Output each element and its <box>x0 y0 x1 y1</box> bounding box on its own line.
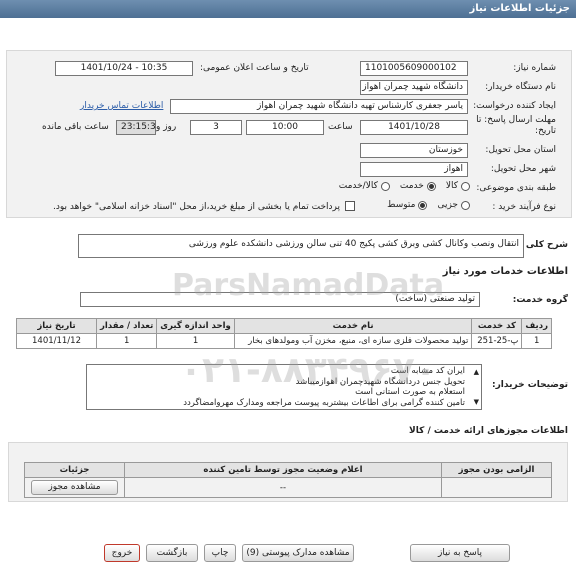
cell-required <box>441 477 552 498</box>
service-group-label: گروه خدمت: <box>512 295 568 305</box>
payment-note: پرداخت تمام یا بخشی از مبلغ خرید،از محل … <box>52 202 340 212</box>
cell-unit: 1 <box>156 333 235 349</box>
category-label: طبقه بندی موضوعی: <box>476 183 556 193</box>
watermark-logo: ParsNamadData <box>172 268 445 303</box>
creator-field: یاسر جعفری کارشناس تهیه دانشگاه شهید چمر… <box>170 99 468 114</box>
licenses-table: الزامی بودن مجوز اعلام وضعیت مجوز توسط ت… <box>24 462 552 498</box>
cell-row: 1 <box>521 333 552 349</box>
col-name: نام خدمت <box>233 318 473 334</box>
deadline-label: مهلت ارسال پاسخ: تا تاریخ: <box>476 115 556 136</box>
reply-button[interactable]: پاسخ به نیاز <box>410 544 510 562</box>
table-row: -- مشاهده مجوز <box>24 477 552 498</box>
days-field: 3 <box>190 120 242 135</box>
radio-goods-service[interactable] <box>380 181 390 191</box>
col-qty: تعداد / مقدار <box>95 318 158 334</box>
deadline-time-label: ساعت <box>328 122 353 132</box>
need-number-label: شماره نیاز: <box>513 63 556 73</box>
licenses-title: اطلاعات مجوزهای ارائه خدمت / کالا <box>409 426 568 436</box>
col-row: ردیف <box>521 318 552 334</box>
process-option-medium[interactable]: متوسط <box>387 200 428 210</box>
notes-line: تامین کننده گرامی برای اطاعات بیشتربه پی… <box>183 397 465 408</box>
treasury-checkbox[interactable] <box>345 201 355 211</box>
radio-service[interactable] <box>426 181 436 191</box>
col-unit: واحد اندازه گیری <box>156 318 235 334</box>
process-option-minor[interactable]: جزیی <box>437 200 470 210</box>
page-title: جزئیات اطلاعات نیاز <box>469 3 570 14</box>
cell-code: پ-25-251 <box>471 333 523 349</box>
buyer-notes-label: توضیحات خریدار: <box>492 380 568 390</box>
radio-medium[interactable] <box>418 200 428 210</box>
page-header: جزئیات اطلاعات نیاز <box>0 0 576 18</box>
radio-minor[interactable] <box>461 200 470 210</box>
remaining-label: ساعت باقی مانده <box>42 122 109 132</box>
table-row: 1 پ-25-251 تولید محصولات فلزی سازه ای، م… <box>16 333 552 349</box>
province-label: استان محل تحویل: <box>485 145 556 155</box>
city-field: اهواز <box>360 162 468 177</box>
category-option-goods[interactable]: کالا <box>446 181 470 191</box>
scroll-down-icon[interactable]: ▼ <box>474 397 479 408</box>
scroll-up-icon[interactable]: ▲ <box>474 367 479 378</box>
category-option-service[interactable]: خدمت <box>400 181 436 191</box>
col-code: کد خدمت <box>471 318 523 334</box>
deadline-time-field: 10:00 <box>246 120 324 135</box>
cell-name: تولید محصولات فلزی سازه ای، منبع، مخزن آ… <box>233 333 473 349</box>
buyer-field: دانشگاه شهید چمران اهواز <box>360 80 468 95</box>
category-option-goods-service[interactable]: کالا/خدمت <box>339 181 390 191</box>
cell-status: -- <box>124 477 442 498</box>
cell-details: مشاهده مجوز <box>24 477 125 498</box>
exit-button[interactable]: خروج <box>104 544 140 562</box>
summary-field: انتقال ونصب وکانال کشی وبرق کشی پکیج 40 … <box>78 234 524 258</box>
services-table: ردیف کد خدمت نام خدمت واحد اندازه گیری ت… <box>16 318 552 349</box>
col-status: اعلام وضعیت مجوز توسط تامین کننده <box>124 462 442 478</box>
services-title: اطلاعات خدمات مورد نیاز <box>442 266 568 277</box>
cell-date: 1401/11/12 <box>16 333 97 349</box>
deadline-date-field: 1401/10/28 <box>360 120 468 135</box>
col-required: الزامی بودن مجوز <box>441 462 552 478</box>
days-label: روز و <box>156 122 177 132</box>
col-details: جزئیات <box>24 462 125 478</box>
services-table-header: ردیف کد خدمت نام خدمت واحد اندازه گیری ت… <box>16 318 552 334</box>
city-label: شهر محل تحویل: <box>490 164 556 174</box>
announce-label: تاریخ و ساعت اعلان عمومی: <box>200 63 309 73</box>
buyer-contact-link[interactable]: اطلاعات تماس خریدار <box>80 101 163 111</box>
need-number-field: 1101005609000102 <box>360 61 468 76</box>
province-field: خوزستان <box>360 143 468 158</box>
view-license-button[interactable]: مشاهده مجوز <box>31 480 118 495</box>
category-radio-group: کالا خدمت کالا/خدمت <box>300 181 470 191</box>
remaining-time-field: 23:15:35 <box>116 120 156 135</box>
back-button[interactable]: بازگشت <box>146 544 198 562</box>
watermark-phone: ۰۲۱-۸۸۳۴۹۶۷۰ <box>180 350 437 391</box>
radio-goods[interactable] <box>461 181 470 191</box>
creator-label: ایجاد کننده درخواست: <box>473 101 556 111</box>
cell-qty: 1 <box>95 333 158 349</box>
col-date: تاریخ نیاز <box>16 318 97 334</box>
view-attachments-button[interactable]: مشاهده مدارک پیوستی (9) <box>242 544 354 562</box>
process-label: نوع فرآیند خرید : <box>492 202 556 212</box>
process-radio-group: جزیی متوسط <box>360 200 470 210</box>
print-button[interactable]: چاپ <box>204 544 236 562</box>
announce-field: 1401/10/24 - 10:35 <box>55 61 193 76</box>
licenses-table-header: الزامی بودن مجوز اعلام وضعیت مجوز توسط ت… <box>24 462 552 478</box>
buyer-label: نام دستگاه خریدار: <box>485 82 556 92</box>
